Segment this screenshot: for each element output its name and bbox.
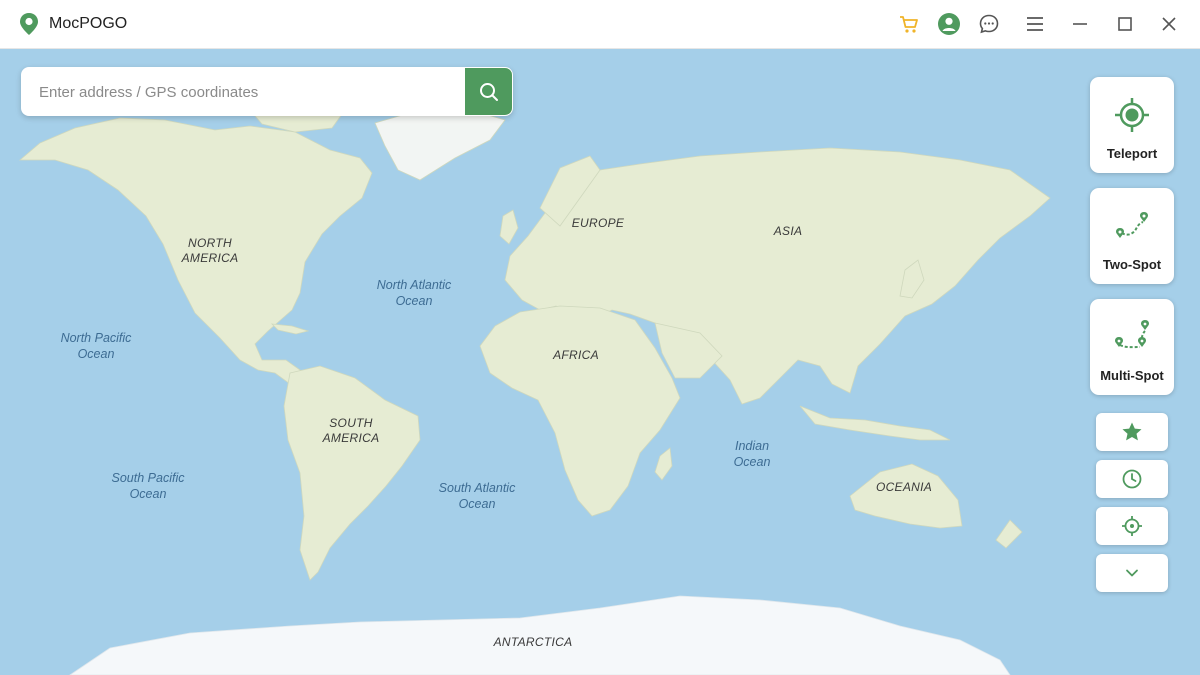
teleport-mode-button[interactable]: Teleport [1090,77,1174,173]
locate-button[interactable] [1096,507,1168,545]
app-logo-pin-icon [20,13,38,35]
two-spot-mode-label: Two-Spot [1102,257,1162,272]
south-america-landmass [283,365,421,581]
favorites-button[interactable] [1096,413,1168,451]
locate-crosshair-icon [1122,516,1142,536]
search-button[interactable] [465,68,512,115]
menu-icon[interactable] [1023,12,1047,36]
australia-landmass [849,463,963,529]
label-oceania: OCEANIA [875,480,933,494]
label-asia: ASIA [773,224,803,238]
madagascar-landmass [654,447,673,481]
label-north-atlantic-ocean: North Atlantic Ocean [376,278,452,308]
caribbean-landmass [270,323,310,335]
expand-tools-button[interactable] [1096,554,1168,592]
indonesia-landmass [799,405,951,441]
close-icon[interactable] [1157,12,1181,36]
title-bar: MocPOGO [0,0,1200,49]
history-clock-icon [1122,469,1142,489]
multi-spot-mode-button[interactable]: Multi-Spot [1090,299,1174,395]
label-africa: AFRICA [553,348,599,362]
app-window: MocPOGO NORTH AMERICA SOUTH AMERICA EURO… [0,0,1200,675]
search-bar [21,67,513,118]
history-button[interactable] [1096,460,1168,498]
minimize-icon[interactable] [1068,12,1092,36]
label-south-pacific-ocean: South Pacific Ocean [111,471,185,501]
label-south-america: SOUTH AMERICA [322,416,380,445]
label-europe: EUROPE [571,216,625,230]
label-antarctica: ANTARCTICA [493,635,573,649]
british-isles-landmass [499,209,519,245]
maximize-icon[interactable] [1113,12,1137,36]
teleport-target-icon [1115,98,1149,132]
teleport-mode-label: Teleport [1106,146,1158,161]
search-icon [479,82,498,101]
multi-spot-route-icon [1115,320,1149,349]
favorites-star-icon [1122,422,1142,441]
label-north-america: NORTH AMERICA [181,236,239,265]
label-south-atlantic-ocean: South Atlantic Ocean [438,481,516,511]
cart-icon[interactable] [897,12,921,36]
expand-chevron-icon [1126,569,1138,577]
new-zealand-landmass [995,519,1023,549]
feedback-icon[interactable] [977,12,1001,36]
search-input[interactable] [37,67,461,118]
two-spot-mode-button[interactable]: Two-Spot [1090,188,1174,284]
label-north-pacific-ocean: North Pacific Ocean [60,331,132,361]
world-map-canvas [18,102,1051,675]
app-title: MocPOGO [49,15,128,32]
world-map[interactable]: NORTH AMERICA SOUTH AMERICA EUROPE ASIA … [0,48,1200,675]
account-icon[interactable] [937,12,961,36]
label-indian-ocean: Indian Ocean [733,439,771,469]
two-spot-route-icon [1116,212,1148,238]
multi-spot-mode-label: Multi-Spot [1100,368,1164,383]
greenland-landmass [374,109,506,181]
